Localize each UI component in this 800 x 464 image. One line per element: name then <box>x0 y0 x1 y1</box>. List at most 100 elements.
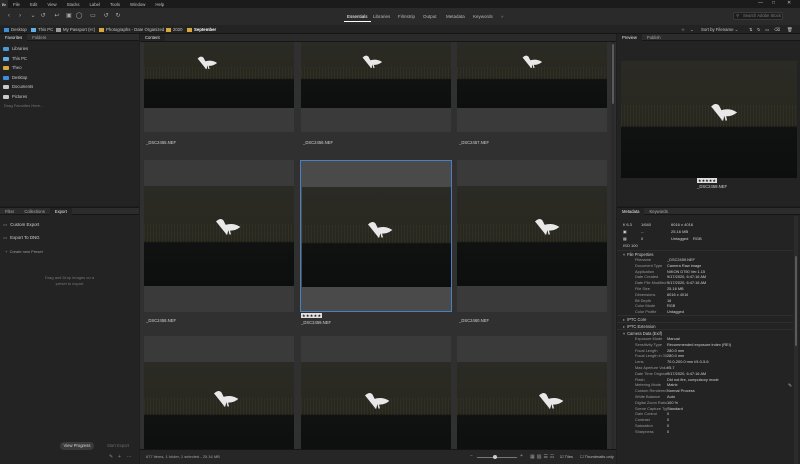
rating-stars[interactable]: ★★★★★ <box>301 313 323 318</box>
workspace-filmstrip[interactable]: Filmstrip <box>395 11 418 22</box>
recent-icon[interactable]: ↺ <box>38 12 48 21</box>
search-input[interactable]: ⚲ Search Adobe Stock <box>733 12 783 20</box>
edit-preset-icon[interactable]: ✎ <box>109 454 113 460</box>
favorite-theo[interactable]: Theo <box>0 63 139 73</box>
minimize-icon[interactable]: — <box>758 0 763 6</box>
breadcrumb-september[interactable]: September <box>187 26 216 33</box>
menu-label[interactable]: Label <box>85 2 106 7</box>
trash-icon[interactable]: 🗑 <box>787 26 792 33</box>
workspace-metadata[interactable]: Metadata <box>443 11 468 22</box>
thumbnails-only-checkbox[interactable]: ☐ Thumbnails only <box>580 454 614 459</box>
breadcrumb-desktop[interactable]: Desktop <box>4 26 27 33</box>
boomerang-icon[interactable]: ↩ <box>52 12 62 21</box>
tab-favorites[interactable]: Favorites <box>0 33 28 41</box>
thumbnail-card[interactable] <box>144 42 294 132</box>
thumbnail-card-selected[interactable] <box>300 160 452 312</box>
section-camera-data[interactable]: ▾ Camera Data (Exif) <box>617 328 793 336</box>
rotate-left-icon[interactable]: ↺ <box>101 12 111 21</box>
maximize-icon[interactable]: □ <box>772 0 775 6</box>
workspace-libraries[interactable]: Libraries <box>370 11 393 22</box>
favorite-this-pc[interactable]: This PC <box>0 54 139 64</box>
tiles-checkbox[interactable]: ☑ Tiles <box>560 454 573 459</box>
menu-window[interactable]: Window <box>125 2 150 7</box>
zoom-out-icon[interactable]: − <box>470 453 473 459</box>
sort-direction-icon[interactable]: ⇅ <box>749 26 753 33</box>
breadcrumb-2020[interactable]: 2020 <box>166 26 183 33</box>
status-bar: 677 items, 1 folder, 1 selected - 25.16 … <box>140 449 616 464</box>
export-to-dng[interactable]: ▭ Export To DNG <box>3 235 40 241</box>
breadcrumb-drive[interactable]: My Passport (H:) <box>56 26 95 33</box>
tab-filter[interactable]: Filter <box>0 208 19 215</box>
menu-file[interactable]: File <box>8 2 25 7</box>
workspace-output[interactable]: Output <box>420 11 440 22</box>
breadcrumb-photographs[interactable]: Photographs - Date Organized <box>99 26 164 33</box>
add-preset-icon[interactable]: + <box>118 454 121 460</box>
chevron-down-icon[interactable]: ⌄ <box>690 26 694 33</box>
content-scrollbar[interactable] <box>611 42 615 449</box>
menu-stacks[interactable]: Stacks <box>62 2 85 7</box>
export-custom[interactable]: ▭ Custom Export <box>3 222 39 228</box>
metadata-value: Untagged <box>667 309 684 315</box>
tab-keywords[interactable]: Keywords <box>644 208 672 215</box>
tab-export[interactable]: Export <box>49 207 72 215</box>
preview-rating[interactable]: ★★★★★ <box>697 178 717 183</box>
open-recent-file-icon[interactable]: ↻ <box>757 26 761 33</box>
thumbnail-card[interactable] <box>457 336 607 449</box>
menu-edit[interactable]: Edit <box>25 2 42 7</box>
star-filter-icon[interactable]: ☆ <box>681 26 685 33</box>
new-folder-icon[interactable]: ▭ <box>765 26 769 33</box>
favorite-pictures[interactable]: Pictures <box>0 92 139 102</box>
thumbnail-card[interactable] <box>144 160 294 312</box>
thumbnail-card[interactable] <box>301 42 451 132</box>
favorite-documents[interactable]: Documents <box>0 82 139 92</box>
open-recent-icon[interactable]: ▭ <box>88 12 98 21</box>
preview-image[interactable] <box>621 61 797 178</box>
menu-tools[interactable]: Tools <box>105 2 125 7</box>
tab-content[interactable]: Content <box>140 34 165 41</box>
view-progress-button[interactable]: View Progress <box>60 442 94 450</box>
slider-handle[interactable] <box>493 455 497 459</box>
scrollbar-thumb[interactable] <box>795 256 797 346</box>
close-icon[interactable]: ✕ <box>787 0 791 6</box>
favorite-desktop[interactable]: Desktop <box>0 73 139 83</box>
favorite-libraries[interactable]: Libraries <box>0 44 139 54</box>
tab-collections[interactable]: Collections <box>19 208 49 215</box>
delete-icon[interactable]: ⌫ <box>774 26 780 33</box>
camera-icon[interactable]: ▣ <box>64 12 74 21</box>
app-logo: Br <box>0 0 8 8</box>
view-mode-icons[interactable]: ▦▧☰☷ <box>530 454 556 460</box>
sort-dropdown[interactable]: Sort by Filename ⌄ <box>701 26 738 33</box>
thumbnail-size-slider[interactable] <box>477 455 517 459</box>
thumbnail-card[interactable] <box>144 336 294 449</box>
tab-folders[interactable]: Folders <box>27 34 51 41</box>
metadata-value: Standard <box>667 405 683 411</box>
thumbnail-image <box>144 362 294 449</box>
create-preset[interactable]: + Create new Preset <box>5 249 43 254</box>
rotate-right-icon[interactable]: ↻ <box>113 12 123 21</box>
section-iptc-extension[interactable]: ▸ IPTC Extension <box>617 321 793 329</box>
more-icon[interactable]: ⋯ <box>127 454 132 460</box>
section-iptc-core[interactable]: ▸ IPTC Core <box>617 314 793 322</box>
back-icon[interactable]: ‹ <box>4 12 14 21</box>
forward-icon[interactable]: › <box>15 12 25 21</box>
menu-help[interactable]: Help <box>150 2 169 7</box>
thumbnail-card[interactable] <box>457 160 607 312</box>
breadcrumb-this-pc[interactable]: This PC <box>31 26 53 33</box>
tab-metadata[interactable]: Metadata <box>617 208 645 215</box>
metadata-scrollbar[interactable] <box>794 216 798 464</box>
thumbnail-card[interactable] <box>457 42 607 132</box>
menu-view[interactable]: View <box>42 2 61 7</box>
thumbnail-card[interactable] <box>301 336 451 449</box>
tab-preview[interactable]: Preview <box>617 33 642 41</box>
edit-icon[interactable]: ✎ <box>788 383 792 389</box>
start-export-button[interactable]: Start Export <box>103 442 133 450</box>
tab-publish[interactable]: Publish <box>642 34 666 41</box>
section-file-properties[interactable]: ▾ File Properties <box>617 250 793 257</box>
more-workspaces-icon[interactable]: » <box>498 11 507 22</box>
refine-icon[interactable]: ◯ <box>74 12 84 21</box>
chevron-down-icon[interactable]: ⌄ <box>28 12 38 21</box>
zoom-in-icon[interactable]: + <box>520 453 523 459</box>
scrollbar-thumb[interactable] <box>612 44 614 104</box>
workspace-essentials[interactable]: Essentials <box>344 11 371 22</box>
workspace-keywords[interactable]: Keywords <box>470 11 496 22</box>
